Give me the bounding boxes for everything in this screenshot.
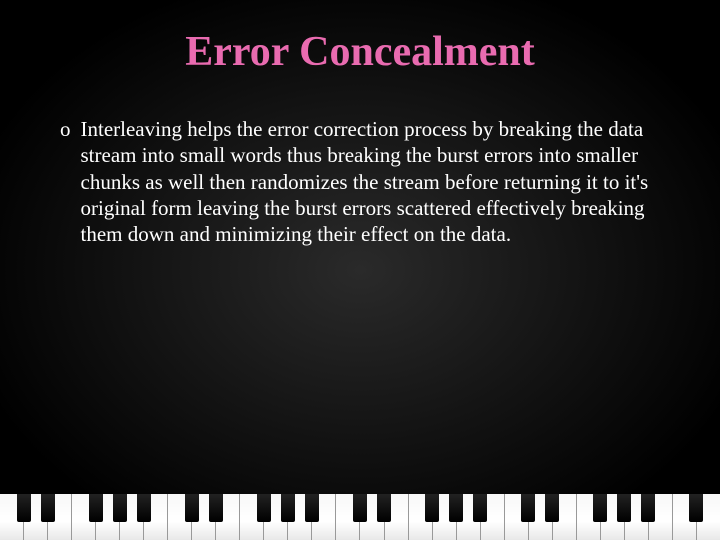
white-key: [120, 494, 144, 540]
white-key: [48, 494, 72, 540]
slide: Error Concealment o Interleaving helps t…: [0, 0, 720, 540]
piano-keys-decoration: [0, 494, 720, 540]
white-key: [433, 494, 457, 540]
slide-title: Error Concealment: [0, 0, 720, 76]
white-key: [409, 494, 433, 540]
white-key: [649, 494, 673, 540]
white-key: [601, 494, 625, 540]
white-key: [0, 494, 24, 540]
white-key: [144, 494, 168, 540]
white-key: [505, 494, 529, 540]
white-key: [336, 494, 360, 540]
white-key: [192, 494, 216, 540]
white-key: [385, 494, 409, 540]
bullet-item: o Interleaving helps the error correctio…: [60, 116, 660, 247]
white-key: [312, 494, 336, 540]
white-key: [457, 494, 481, 540]
white-key: [625, 494, 649, 540]
white-key: [673, 494, 697, 540]
white-key: [264, 494, 288, 540]
white-key: [697, 494, 720, 540]
white-key: [529, 494, 553, 540]
white-key: [553, 494, 577, 540]
white-key: [96, 494, 120, 540]
white-key: [24, 494, 48, 540]
slide-content: o Interleaving helps the error correctio…: [0, 76, 720, 247]
white-key: [168, 494, 192, 540]
white-key: [360, 494, 384, 540]
bullet-text: Interleaving helps the error correction …: [81, 116, 661, 247]
white-key: [288, 494, 312, 540]
white-key: [240, 494, 264, 540]
white-key: [481, 494, 505, 540]
white-key: [72, 494, 96, 540]
white-key: [216, 494, 240, 540]
white-key: [577, 494, 601, 540]
bullet-marker: o: [60, 116, 81, 247]
